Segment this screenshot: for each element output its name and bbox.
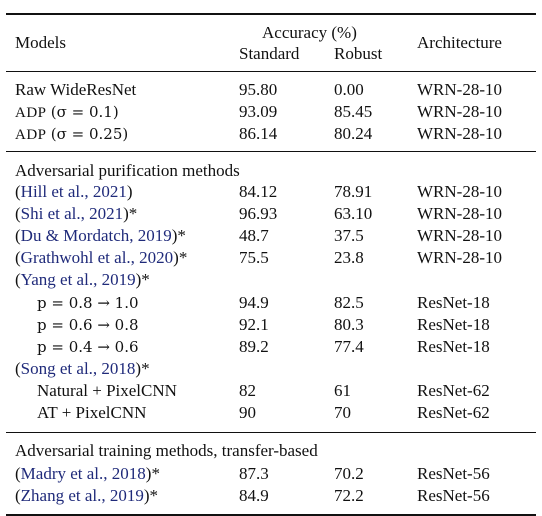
model-cell: (Shi et al., 2021)*	[15, 204, 137, 224]
section-rule	[6, 151, 536, 152]
architecture: ResNet-56	[417, 485, 490, 505]
standard-accuracy: 84.12	[239, 182, 278, 201]
standard-accuracy: 90	[239, 403, 256, 422]
model-cell: p = 0.6 → 0.8	[37, 315, 139, 335]
standard-accuracy: 75.5	[239, 248, 269, 268]
model-name: Raw WideResNet	[15, 80, 137, 99]
standard-accuracy: 84.9	[239, 485, 269, 505]
header-rule	[6, 71, 536, 72]
model-cell: (Du & Mordatch, 2019)*	[15, 226, 186, 246]
model-cell: p = 0.4 → 0.6	[37, 337, 139, 357]
standard-accuracy: 87.3	[239, 464, 269, 483]
model-cell: (Madry et al., 2018)*	[15, 464, 160, 484]
model-parameter: p = 0.8 → 1.0	[37, 293, 139, 312]
model-name: Natural + PixelCNN	[37, 380, 177, 400]
standard-accuracy: 82	[239, 380, 256, 400]
close-paren: )*	[173, 248, 188, 268]
header-standard: Standard	[239, 44, 300, 63]
model-parameter: (σ = 0.1)	[50, 103, 119, 121]
architecture: ResNet-18	[417, 336, 490, 356]
robust-accuracy: 82.5	[334, 292, 364, 312]
citation-link[interactable]: Shi et al., 2021	[21, 204, 123, 223]
section-title: Adversarial training methods, transfer-b…	[15, 441, 318, 460]
robust-accuracy: 70	[334, 403, 351, 422]
robust-accuracy: 80.3	[334, 314, 364, 334]
model-name: ADP	[15, 105, 47, 121]
section-title: Adversarial purification methods	[15, 161, 240, 180]
robust-accuracy: 37.5	[334, 226, 364, 246]
architecture: ResNet-62	[417, 380, 490, 400]
close-paren: )*	[135, 270, 150, 290]
header-robust: Robust	[334, 44, 383, 63]
standard-accuracy: 89.2	[239, 336, 269, 356]
architecture: WRN-28-10	[417, 226, 502, 246]
model-parameter: p = 0.6 → 0.8	[37, 315, 139, 334]
model-cell: AT + PixelCNN	[37, 403, 146, 423]
architecture: WRN-28-10	[417, 248, 502, 268]
standard-accuracy: 96.93	[239, 204, 278, 224]
standard-accuracy: 94.9	[239, 292, 269, 312]
robust-accuracy: 61	[334, 380, 351, 400]
model-parameter: (σ = 0.25)	[50, 125, 129, 143]
architecture: WRN-28-10	[417, 102, 502, 121]
citation-link[interactable]: Song et al., 2018	[21, 359, 136, 378]
standard-accuracy: 95.80	[239, 80, 278, 99]
robust-accuracy: 85.45	[334, 102, 373, 121]
robust-accuracy: 72.2	[334, 485, 364, 505]
close-paren: )*	[135, 358, 150, 378]
model-name: ADP	[15, 127, 47, 143]
robust-accuracy: 78.91	[334, 182, 373, 201]
citation-link[interactable]: Yang et al., 2019	[21, 270, 136, 289]
model-parameter: p = 0.4 → 0.6	[37, 337, 139, 356]
close-paren: )*	[171, 226, 186, 246]
close-paren: )	[126, 182, 133, 201]
standard-accuracy: 48.7	[239, 226, 269, 246]
header-models: Models	[15, 33, 66, 52]
architecture: ResNet-18	[417, 292, 490, 312]
architecture: WRN-28-10	[417, 204, 502, 224]
citation-link[interactable]: Grathwohl et al., 2020	[21, 248, 174, 267]
robust-accuracy: 63.10	[334, 204, 373, 224]
standard-accuracy: 93.09	[239, 102, 278, 121]
robust-accuracy: 80.24	[334, 124, 373, 143]
model-cell: (Hill et al., 2021)	[15, 182, 133, 202]
model-cell: Natural + PixelCNN	[37, 381, 177, 401]
top-rule	[6, 13, 536, 15]
header-architecture: Architecture	[417, 33, 502, 52]
model-cell: ADP (σ = 0.1)	[15, 102, 119, 123]
model-cell: (Zhang et al., 2019)*	[15, 486, 158, 506]
model-cell: (Yang et al., 2019)*	[15, 270, 150, 290]
close-paren: )*	[143, 485, 159, 505]
model-name: AT + PixelCNN	[37, 403, 147, 422]
standard-accuracy: 86.14	[239, 124, 278, 143]
architecture: ResNet-62	[417, 403, 490, 422]
citation-link[interactable]: Hill et al., 2021	[21, 182, 127, 201]
standard-accuracy: 92.1	[239, 314, 269, 334]
architecture: WRN-28-10	[417, 182, 502, 201]
robust-accuracy: 23.8	[334, 248, 364, 268]
header-accuracy: Accuracy (%)	[262, 23, 357, 42]
model-cell: p = 0.8 → 1.0	[37, 293, 139, 313]
architecture: ResNet-18	[417, 314, 490, 334]
close-paren: )*	[145, 464, 160, 483]
robust-accuracy: 77.4	[334, 336, 364, 356]
citation-link[interactable]: Zhang et al., 2019	[21, 486, 144, 505]
model-cell: ADP (σ = 0.25)	[15, 124, 128, 145]
model-cell: (Song et al., 2018)*	[15, 359, 150, 379]
model-cell: Raw WideResNet	[15, 80, 136, 100]
section-rule	[6, 432, 536, 433]
citation-link[interactable]: Du & Mordatch, 2019	[21, 226, 172, 245]
citation-link[interactable]: Madry et al., 2018	[21, 464, 146, 483]
robust-accuracy: 70.2	[334, 464, 364, 483]
architecture: WRN-28-10	[417, 124, 502, 143]
model-cell: (Grathwohl et al., 2020)*	[15, 248, 187, 268]
architecture: WRN-28-10	[417, 80, 502, 99]
robust-accuracy: 0.00	[334, 80, 364, 99]
close-paren: )*	[123, 204, 138, 224]
architecture: ResNet-56	[417, 464, 490, 483]
